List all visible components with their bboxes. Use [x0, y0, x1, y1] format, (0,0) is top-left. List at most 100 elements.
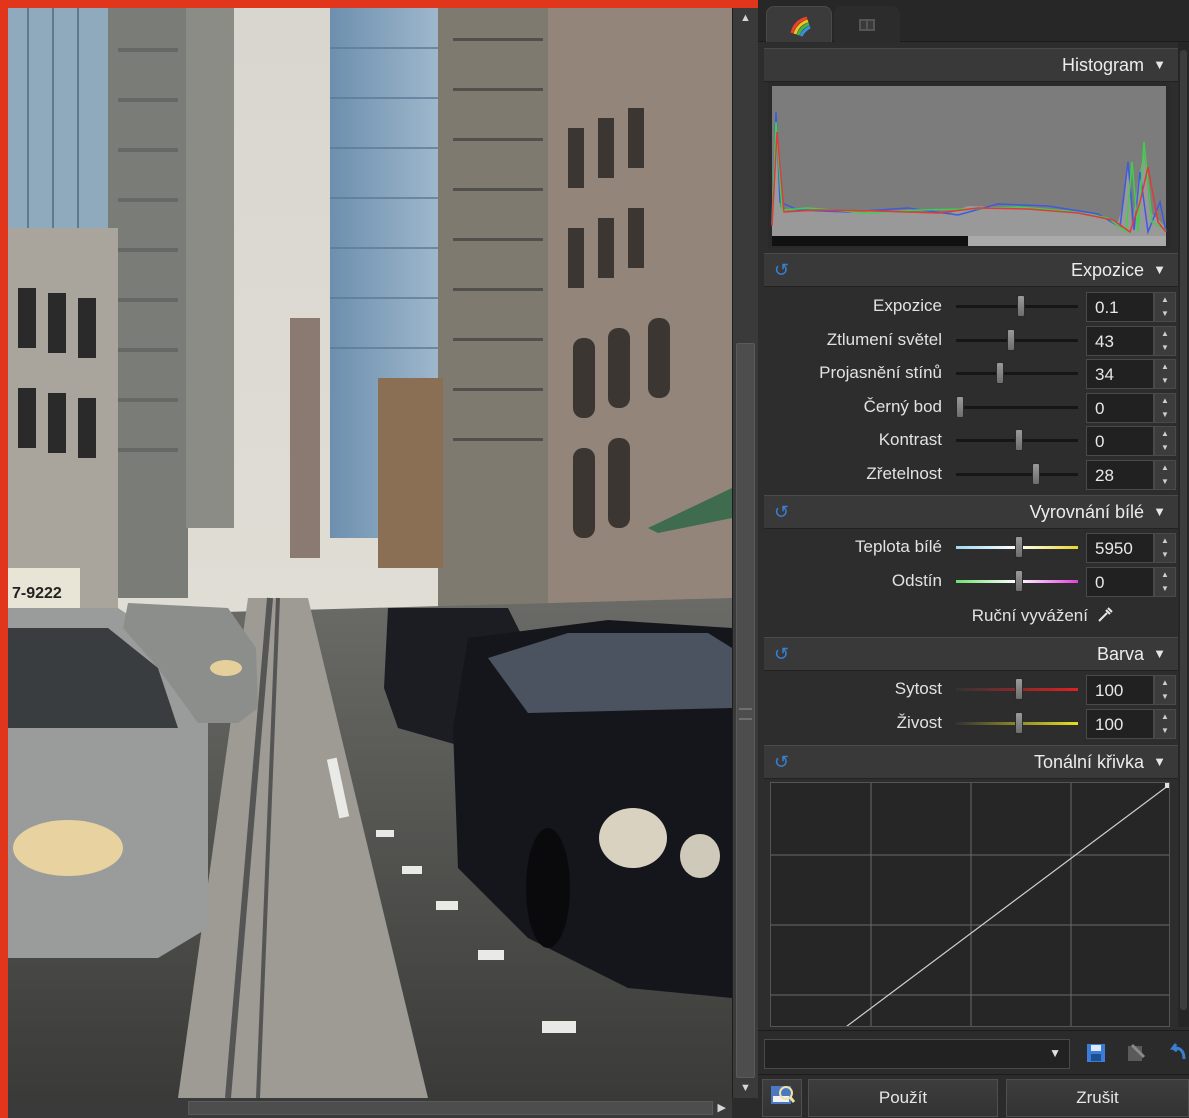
- step-down-icon[interactable]: ▼: [1155, 307, 1175, 321]
- step-down-icon[interactable]: ▼: [1155, 341, 1175, 355]
- value-input[interactable]: 43: [1086, 325, 1154, 356]
- slider-label: Živost: [896, 712, 942, 732]
- step-up-icon[interactable]: ▲: [1155, 710, 1175, 724]
- value-stepper[interactable]: ▲ ▼: [1154, 325, 1176, 356]
- scroll-up-arrow-icon[interactable]: ▲: [733, 8, 758, 28]
- photo-canvas[interactable]: 7-9222: [8, 8, 732, 1098]
- slider-handle[interactable]: [1017, 295, 1025, 317]
- city-street-photo: 7-9222: [8, 8, 732, 1098]
- slider-handle[interactable]: [1015, 429, 1023, 452]
- panel-scroll-thumb[interactable]: [1180, 50, 1187, 1010]
- dropdown-arrow-icon[interactable]: ▼: [1049, 1046, 1061, 1060]
- color-header[interactable]: ↺ Barva ▼: [764, 637, 1178, 671]
- value-stepper[interactable]: ▲ ▼: [1154, 566, 1176, 597]
- chevron-down-icon[interactable]: ▼: [1153, 646, 1166, 661]
- tone-curve-editor[interactable]: [770, 782, 1170, 1027]
- slider-handle[interactable]: [1015, 536, 1023, 558]
- value-input[interactable]: 0: [1086, 426, 1154, 457]
- manual-white-balance[interactable]: Ruční vyvážení: [764, 600, 1178, 632]
- value-text: 28: [1095, 466, 1114, 485]
- step-down-icon[interactable]: ▼: [1155, 548, 1175, 562]
- tab-effects[interactable]: [834, 6, 900, 42]
- reset-white-balance-icon[interactable]: ↺: [774, 502, 789, 523]
- step-up-icon[interactable]: ▲: [1155, 461, 1175, 475]
- chevron-down-icon[interactable]: ▼: [1153, 57, 1166, 72]
- step-up-icon[interactable]: ▲: [1155, 360, 1175, 374]
- scroll-right-arrow-icon[interactable]: ▶: [718, 1098, 726, 1118]
- step-up-icon[interactable]: ▲: [1155, 427, 1175, 441]
- histogram-header[interactable]: Histogram ▼: [764, 48, 1178, 82]
- eyedropper-icon[interactable]: [1096, 606, 1114, 629]
- chevron-down-icon[interactable]: ▼: [1153, 504, 1166, 519]
- cancel-button[interactable]: Zrušit: [1006, 1079, 1189, 1117]
- slider-handle[interactable]: [1015, 678, 1023, 700]
- slider-track[interactable]: [956, 338, 1078, 342]
- chevron-down-icon[interactable]: ▼: [1153, 262, 1166, 277]
- step-up-icon[interactable]: ▲: [1155, 534, 1175, 548]
- value-stepper[interactable]: ▲ ▼: [1154, 392, 1176, 423]
- step-down-icon[interactable]: ▼: [1155, 582, 1175, 596]
- step-down-icon[interactable]: ▼: [1155, 724, 1175, 738]
- value-stepper[interactable]: ▲ ▼: [1154, 460, 1176, 490]
- value-input[interactable]: 0.1: [1086, 292, 1154, 322]
- reset-color-icon[interactable]: ↺: [774, 644, 789, 665]
- value-input[interactable]: 0: [1086, 392, 1154, 423]
- slider-track[interactable]: [956, 372, 1078, 376]
- step-up-icon[interactable]: ▲: [1155, 676, 1175, 690]
- white-balance-header[interactable]: ↺ Vyrovnání bílé ▼: [764, 495, 1178, 529]
- slider-row: Kontrast 0 ▲ ▼: [764, 425, 1178, 457]
- value-stepper[interactable]: ▲ ▼: [1154, 675, 1176, 705]
- step-up-icon[interactable]: ▲: [1155, 394, 1175, 408]
- step-down-icon[interactable]: ▼: [1155, 408, 1175, 422]
- slider-handle[interactable]: [996, 362, 1004, 385]
- before-after-toggle[interactable]: [762, 1079, 802, 1117]
- save-preset-icon[interactable]: [1084, 1041, 1110, 1067]
- value-input[interactable]: 34: [1086, 359, 1154, 390]
- value-input[interactable]: 100: [1086, 675, 1154, 705]
- value-input[interactable]: 5950: [1086, 533, 1154, 563]
- slider-handle[interactable]: [1015, 569, 1023, 592]
- reset-exposure-icon[interactable]: ↺: [774, 260, 789, 281]
- value-input[interactable]: 0: [1086, 566, 1154, 597]
- value-input[interactable]: 28: [1086, 460, 1154, 490]
- canvas-horizontal-scrollbar[interactable]: ▶: [8, 1098, 732, 1118]
- value-text: 100: [1095, 714, 1124, 734]
- horizontal-scroll-thumb[interactable]: [188, 1101, 713, 1115]
- canvas-vertical-scrollbar[interactable]: ▲ ▼: [732, 8, 758, 1098]
- reset-tone-curve-icon[interactable]: ↺: [774, 752, 789, 773]
- slider-handle[interactable]: [1015, 711, 1023, 734]
- slider-track[interactable]: [956, 473, 1078, 476]
- step-down-icon[interactable]: ▼: [1155, 690, 1175, 704]
- curve-point[interactable]: [1165, 783, 1170, 788]
- tone-curve-header[interactable]: ↺ Tonální křivka ▼: [764, 745, 1178, 779]
- step-down-icon[interactable]: ▼: [1155, 374, 1175, 388]
- slider-row: Projasnění stínů 34 ▲ ▼: [764, 358, 1178, 390]
- step-up-icon[interactable]: ▲: [1155, 293, 1175, 307]
- value-stepper[interactable]: ▲ ▼: [1154, 359, 1176, 390]
- step-down-icon[interactable]: ▼: [1155, 475, 1175, 489]
- white-balance-title: Vyrovnání bílé: [1029, 502, 1144, 522]
- value-stepper[interactable]: ▲ ▼: [1154, 533, 1176, 563]
- panel-scrollbar[interactable]: [1178, 42, 1189, 1027]
- step-down-icon[interactable]: ▼: [1155, 441, 1175, 455]
- value-stepper[interactable]: ▲ ▼: [1154, 426, 1176, 457]
- preset-dropdown[interactable]: ▼: [764, 1039, 1070, 1069]
- value-input[interactable]: 100: [1086, 708, 1154, 739]
- value-stepper[interactable]: ▲ ▼: [1154, 292, 1176, 322]
- exposure-header[interactable]: ↺ Expozice ▼: [764, 253, 1178, 287]
- manual-wb-label: Ruční vyvážení: [971, 606, 1088, 625]
- value-stepper[interactable]: ▲ ▼: [1154, 708, 1176, 739]
- tone-curve-line[interactable]: [771, 784, 1169, 1027]
- scroll-down-arrow-icon[interactable]: ▼: [733, 1078, 758, 1098]
- undo-icon[interactable]: [1166, 1041, 1188, 1067]
- slider-handle[interactable]: [1032, 463, 1040, 485]
- step-up-icon[interactable]: ▲: [1155, 327, 1175, 341]
- slider-handle[interactable]: [956, 395, 964, 418]
- chevron-down-icon[interactable]: ▼: [1153, 754, 1166, 769]
- slider-handle[interactable]: [1007, 328, 1015, 351]
- delete-preset-icon[interactable]: [1124, 1041, 1150, 1067]
- step-up-icon[interactable]: ▲: [1155, 568, 1175, 582]
- tab-adjustments[interactable]: [766, 6, 832, 42]
- apply-button[interactable]: Použít: [808, 1079, 998, 1117]
- slider-track[interactable]: [956, 405, 1078, 409]
